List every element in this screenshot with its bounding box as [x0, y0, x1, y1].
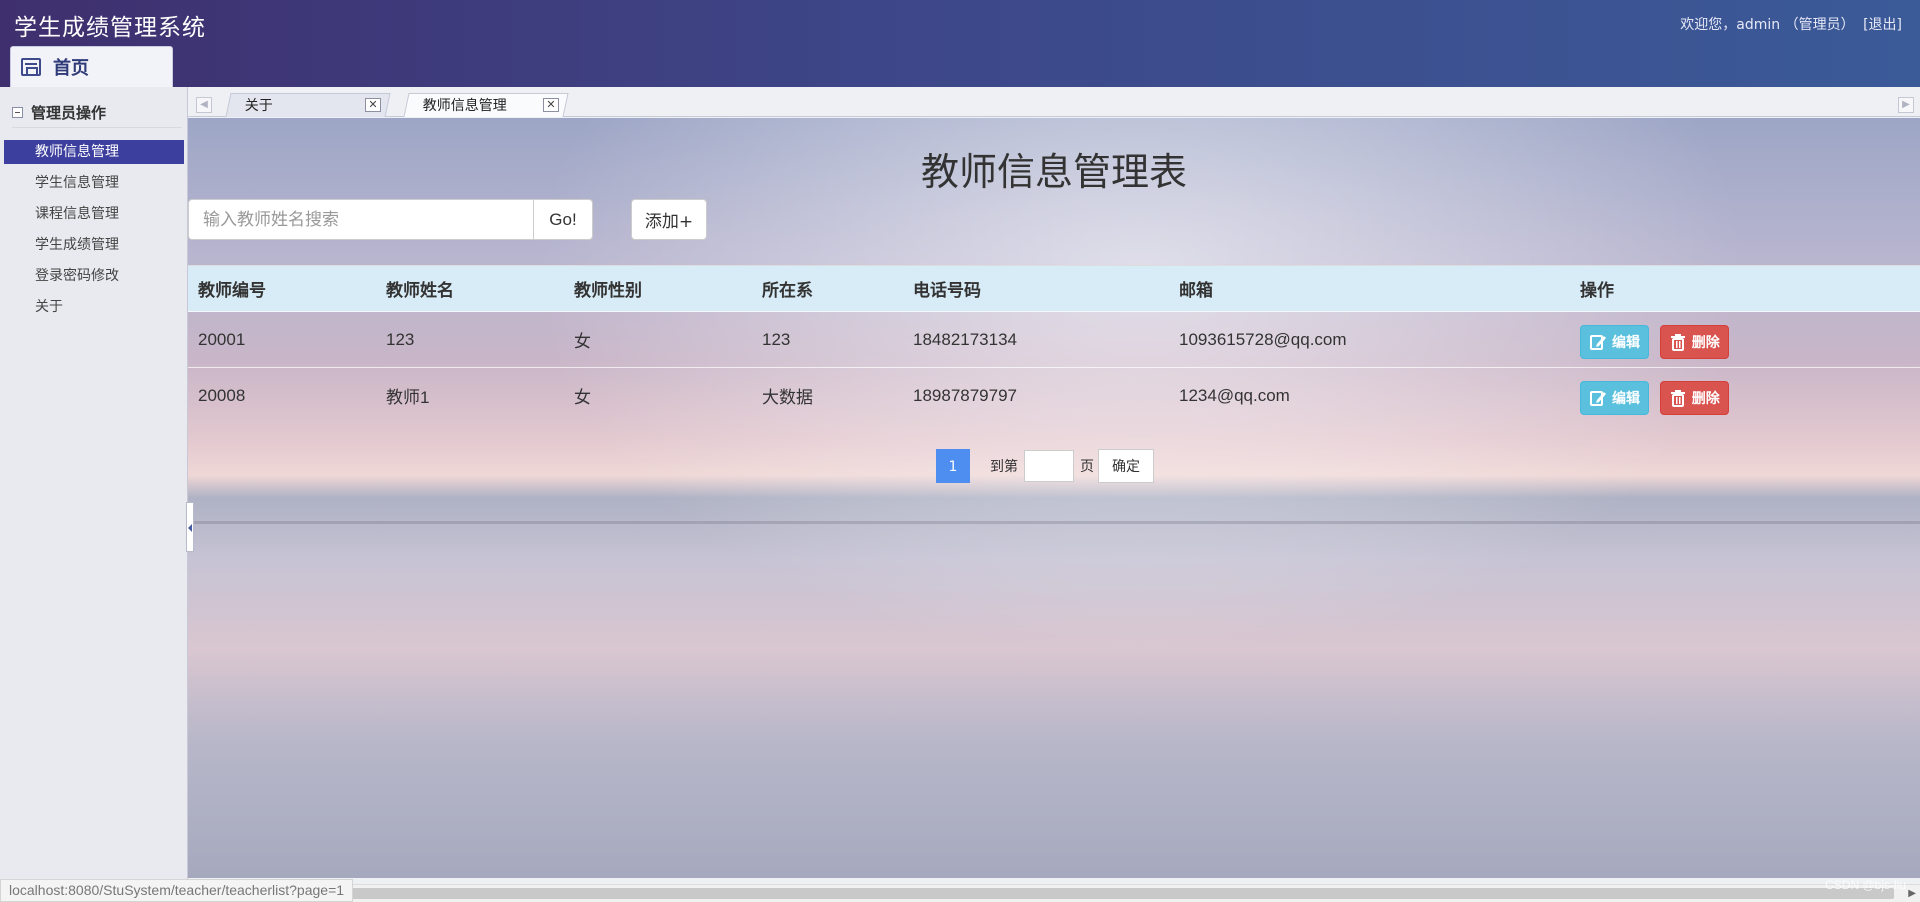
scroll-right-arrow-icon[interactable]: ▶ [1908, 888, 1916, 899]
pagination: 1 到第 页 确定 [936, 449, 1154, 483]
teacher-table: 教师编号 教师姓名 教师性别 所在系 电话号码 邮箱 操作 20001 123 … [188, 265, 1920, 424]
app-title: 学生成绩管理系统 [14, 15, 206, 41]
main-area: ◀ 关于 ✕ 教师信息管理 ✕ ▶ 教师信息管理表 Go! 添加+ 教师编号 教… [188, 87, 1920, 902]
cell-actions: 编辑 删除 [1570, 367, 1920, 424]
table-row: 20008 教师1 女 大数据 18987879797 1234@qq.com … [188, 367, 1920, 424]
add-button[interactable]: 添加+ [631, 199, 707, 240]
sidebar-menu: 教师信息管理 学生信息管理 课程信息管理 学生成绩管理 登录密码修改 关于 [4, 140, 184, 326]
page-number-active[interactable]: 1 [936, 449, 970, 483]
sidebar-item-about[interactable]: 关于 [4, 295, 184, 319]
cell-email: 1234@qq.com [1169, 367, 1570, 424]
cell-dept: 123 [752, 311, 903, 368]
page-unit-label: 页 [1080, 459, 1094, 475]
goto-label: 到第 [990, 459, 1018, 475]
tab-teacher-info-close-icon[interactable]: ✕ [543, 98, 559, 112]
cell-id: 20001 [188, 311, 376, 368]
tab-teacher-info-label: 教师信息管理 [422, 98, 507, 114]
column-header: 电话号码 [903, 265, 1169, 312]
cell-phone: 18987879797 [903, 367, 1169, 424]
tab-scroll-right-icon[interactable]: ▶ [1898, 97, 1914, 113]
column-header: 所在系 [752, 265, 903, 312]
search-group: Go! [188, 199, 593, 240]
edit-label: 编辑 [1612, 333, 1640, 350]
status-url: localhost:8080/StuSystem/teacher/teacher… [0, 879, 354, 902]
horizontal-scrollbar[interactable]: ◀ ▶ [188, 884, 1920, 902]
collapse-minus-icon[interactable] [12, 107, 23, 118]
sidebar-item-teacher-info[interactable]: 教师信息管理 [4, 140, 184, 164]
home-tab[interactable]: 首页 [10, 46, 173, 87]
edit-label: 编辑 [1612, 389, 1640, 406]
confirm-button[interactable]: 确定 [1098, 449, 1154, 483]
cell-dept: 大数据 [752, 367, 903, 424]
cell-name: 123 [376, 311, 564, 368]
cell-gender: 女 [564, 367, 752, 424]
sidebar-item-grades[interactable]: 学生成绩管理 [4, 233, 184, 257]
go-button[interactable]: Go! [534, 199, 593, 240]
cell-name: 教师1 [376, 367, 564, 424]
page-jump-input[interactable] [1024, 450, 1074, 482]
tab-about-close-icon[interactable]: ✕ [365, 98, 381, 112]
tab-scroll-left-icon[interactable]: ◀ [196, 97, 212, 113]
page-title: 教师信息管理表 [920, 150, 1187, 194]
sidebar-collapse-handle[interactable] [186, 502, 194, 552]
delete-label: 删除 [1691, 389, 1720, 406]
delete-label: 删除 [1691, 333, 1720, 350]
top-header: 学生成绩管理系统 欢迎您，admin （管理员） [退出] 首页 [0, 0, 1920, 87]
tab-strip: ◀ 关于 ✕ 教师信息管理 ✕ ▶ [188, 93, 1920, 117]
cell-id: 20008 [188, 367, 376, 424]
home-window-icon [21, 58, 41, 76]
cell-gender: 女 [564, 311, 752, 368]
column-header: 教师编号 [188, 265, 376, 312]
table-header-row: 教师编号 教师姓名 教师性别 所在系 电话号码 邮箱 操作 [188, 265, 1920, 312]
edit-button[interactable]: 编辑 [1580, 380, 1649, 415]
edit-icon [1590, 390, 1606, 406]
content-panel: 教师信息管理表 Go! 添加+ 教师编号 教师姓名 教师性别 所在系 电话号码 … [188, 118, 1920, 878]
sidebar-group-title: 管理员操作 [31, 104, 107, 122]
scrollbar-thumb[interactable] [204, 888, 1894, 899]
welcome-area: 欢迎您，admin （管理员） [退出] [1676, 14, 1902, 34]
cell-email: 1093615728@qq.com [1169, 311, 1570, 368]
edit-button[interactable]: 编辑 [1580, 324, 1649, 359]
sidebar: 管理员操作 教师信息管理 学生信息管理 课程信息管理 学生成绩管理 登录密码修改… [0, 87, 188, 902]
sidebar-divider [12, 127, 182, 128]
welcome-text: 欢迎您，admin （管理员） [1680, 17, 1855, 33]
edit-icon [1590, 334, 1606, 350]
trash-icon [1670, 333, 1685, 351]
cell-phone: 18482173134 [903, 311, 1169, 368]
home-tab-label: 首页 [53, 58, 89, 79]
column-header: 教师姓名 [376, 265, 564, 312]
column-header: 操作 [1570, 265, 1920, 312]
delete-button[interactable]: 删除 [1659, 380, 1729, 415]
sidebar-item-course-info[interactable]: 课程信息管理 [4, 202, 184, 226]
column-header: 教师性别 [564, 265, 752, 312]
tab-teacher-info[interactable]: 教师信息管理 ✕ [403, 93, 569, 117]
column-header: 邮箱 [1169, 265, 1570, 312]
table-row: 20001 123 女 123 18482173134 1093615728@q… [188, 311, 1920, 368]
sidebar-item-student-info[interactable]: 学生信息管理 [4, 171, 184, 195]
delete-button[interactable]: 删除 [1659, 324, 1729, 359]
logout-link[interactable]: [退出] [1863, 17, 1902, 33]
search-input[interactable] [188, 199, 534, 240]
background-horizon [188, 521, 1920, 524]
sidebar-group-admin[interactable]: 管理员操作 [12, 102, 106, 123]
tab-about-label: 关于 [244, 98, 273, 114]
sidebar-item-password[interactable]: 登录密码修改 [4, 264, 184, 288]
watermark: CSDN @bjs-liu [1825, 878, 1906, 892]
cell-actions: 编辑 删除 [1570, 311, 1920, 368]
tab-about[interactable]: 关于 ✕ [225, 93, 391, 117]
trash-icon [1670, 389, 1685, 407]
